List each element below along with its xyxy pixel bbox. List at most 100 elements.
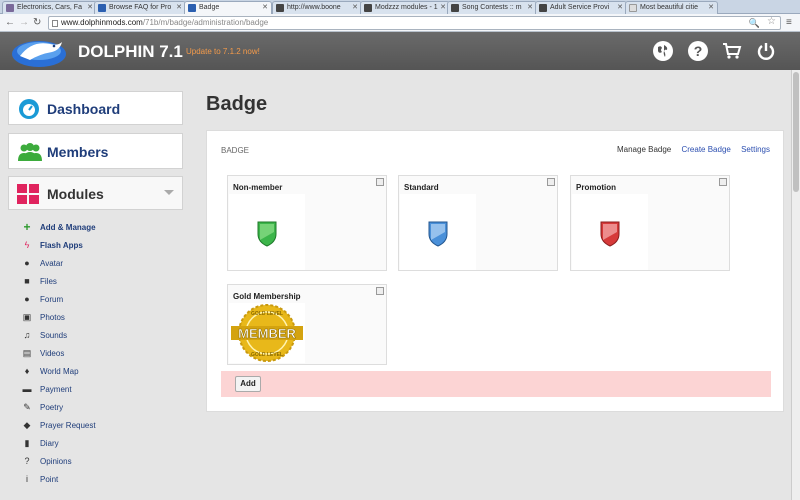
close-tab-icon[interactable]: ✕ xyxy=(262,3,268,11)
update-link[interactable]: Update to 7.1.2 now! xyxy=(186,47,260,56)
cart-icon[interactable] xyxy=(722,41,742,61)
reload-icon[interactable]: ↻ xyxy=(33,16,41,30)
book-icon: ▮ xyxy=(24,438,30,448)
badge-checkbox[interactable] xyxy=(719,178,727,186)
tab-favicon-icon xyxy=(6,4,14,12)
question-icon: ? xyxy=(24,456,30,466)
scrollbar-thumb[interactable] xyxy=(793,72,799,192)
page-title: Badge xyxy=(206,93,268,115)
badge-panel: BADGE Manage Badge Create Badge Settings… xyxy=(206,130,784,412)
settings-link[interactable]: Settings xyxy=(741,145,770,154)
badge-image xyxy=(572,194,648,270)
shield-icon xyxy=(428,221,448,247)
badge-image xyxy=(400,194,476,270)
panel-links: Manage Badge Create Badge Settings xyxy=(609,145,770,154)
sidebar-item-members[interactable]: Members xyxy=(8,133,183,169)
chevron-down-icon[interactable] xyxy=(164,190,174,195)
help-icon[interactable]: ? xyxy=(688,41,708,61)
browser-tab[interactable]: http://www.boone ✕ xyxy=(272,1,362,14)
badge-title: Promotion xyxy=(576,183,616,192)
url-path: /71b/m/badge/administration/badge xyxy=(142,18,269,27)
credit-card-icon: ▬ xyxy=(22,384,32,394)
panel-title: BADGE xyxy=(221,146,250,155)
tab-favicon-icon xyxy=(276,4,284,12)
tab-favicon-icon xyxy=(539,4,547,12)
gold-seal-icon: GOLD LEVEL MEMBER GOLD LEVEL xyxy=(231,304,303,362)
svg-text:GOLD LEVEL: GOLD LEVEL xyxy=(251,352,283,358)
sidebar: Dashboard Members Modules + Add & Manage … xyxy=(0,70,190,500)
badge-card[interactable]: Gold Membership GOLD LEVEL MEMBER GOLD L… xyxy=(227,284,387,365)
dolphin-logo[interactable] xyxy=(10,34,68,68)
info-icon: i xyxy=(26,474,28,484)
bookmark-star-icon[interactable]: ☆ xyxy=(767,16,776,28)
user-icon: ● xyxy=(24,258,30,268)
close-tab-icon[interactable]: ✕ xyxy=(617,3,623,11)
close-tab-icon[interactable]: ✕ xyxy=(352,3,358,11)
sidebar-item-modules[interactable]: Modules xyxy=(8,176,183,210)
badge-title: Standard xyxy=(404,183,439,192)
browser-tab[interactable]: Song Contests :: m ✕ xyxy=(447,1,537,14)
map-marker-icon: ♦ xyxy=(24,366,30,376)
shield-icon xyxy=(600,221,620,247)
svg-text:GOLD LEVEL: GOLD LEVEL xyxy=(251,311,283,317)
browser-tab[interactable]: Most beautiful citie ✕ xyxy=(625,1,718,14)
globe-icon[interactable] xyxy=(653,41,673,61)
create-badge-link[interactable]: Create Badge xyxy=(681,145,730,154)
pencil-icon: ✎ xyxy=(23,402,31,412)
forward-icon[interactable]: → xyxy=(19,16,29,30)
save-icon: ■ xyxy=(24,276,30,286)
badge-image xyxy=(229,194,305,270)
browser-menu-icon[interactable]: ≡ xyxy=(786,17,792,28)
close-tab-icon[interactable]: ✕ xyxy=(527,3,533,11)
badge-checkbox[interactable] xyxy=(376,287,384,295)
close-tab-icon[interactable]: ✕ xyxy=(440,3,446,11)
close-tab-icon[interactable]: ✕ xyxy=(87,3,93,11)
badge-image: GOLD LEVEL MEMBER GOLD LEVEL xyxy=(229,303,305,363)
badge-card[interactable]: Non-member xyxy=(227,175,387,271)
sidebar-item-label: Dashboard xyxy=(47,101,121,117)
browser-tab[interactable]: Electronics, Cars, Fa ✕ xyxy=(2,1,97,14)
tab-favicon-icon xyxy=(188,4,196,12)
sidebar-item-label: Members xyxy=(47,144,109,160)
badge-card[interactable]: Promotion xyxy=(570,175,730,271)
badge-title: Non-member xyxy=(233,183,283,192)
music-icon: ♫ xyxy=(23,330,31,340)
app-header: DOLPHIN 7.1 Update to 7.1.2 now! ? xyxy=(0,32,800,70)
page-scrollbar[interactable] xyxy=(791,70,800,500)
zoom-icon[interactable]: 🔍 xyxy=(749,17,760,29)
sidebar-item-label: Modules xyxy=(47,186,104,202)
badge-checkbox[interactable] xyxy=(547,178,555,186)
add-button[interactable]: Add xyxy=(235,376,261,392)
address-bar[interactable]: www.dolphinmods.com/71b/m/badge/administ… xyxy=(48,16,781,30)
close-tab-icon[interactable]: ✕ xyxy=(708,3,714,11)
tab-favicon-icon xyxy=(451,4,459,12)
back-icon[interactable]: ← xyxy=(5,16,15,30)
members-icon xyxy=(18,143,42,161)
tab-favicon-icon xyxy=(364,4,372,12)
tab-favicon-icon xyxy=(629,4,637,12)
film-icon: ▤ xyxy=(22,348,32,358)
bolt-icon: ϟ xyxy=(24,240,30,250)
app-title: DOLPHIN 7.1 xyxy=(78,42,183,61)
dashboard-icon xyxy=(19,99,39,119)
url-domain: www.dolphinmods.com xyxy=(61,18,143,27)
close-tab-icon[interactable]: ✕ xyxy=(176,3,182,11)
badge-card[interactable]: Standard xyxy=(398,175,558,271)
modules-icon xyxy=(17,184,39,204)
plus-icon: + xyxy=(23,220,31,234)
browser-tab-strip: Electronics, Cars, Fa ✕ Browse FAQ for Pr… xyxy=(0,0,800,14)
svg-text:MEMBER: MEMBER xyxy=(238,326,296,341)
page-icon xyxy=(52,20,58,27)
picture-icon: ▣ xyxy=(22,312,32,322)
tags-icon: ◆ xyxy=(23,420,31,430)
power-icon[interactable] xyxy=(756,41,776,61)
badge-checkbox[interactable] xyxy=(376,178,384,186)
browser-tab-active[interactable]: Badge ✕ xyxy=(184,1,272,14)
shield-icon xyxy=(257,221,277,247)
manage-badge-link[interactable]: Manage Badge xyxy=(617,145,671,154)
browser-tab[interactable]: Browse FAQ for Pro ✕ xyxy=(94,1,186,14)
badge-title: Gold Membership xyxy=(233,292,301,301)
browser-tab[interactable]: Adult Service Provi ✕ xyxy=(535,1,627,14)
browser-tab[interactable]: Modzzz modules - 1 ✕ xyxy=(360,1,450,14)
sidebar-item-dashboard[interactable]: Dashboard xyxy=(8,91,183,125)
